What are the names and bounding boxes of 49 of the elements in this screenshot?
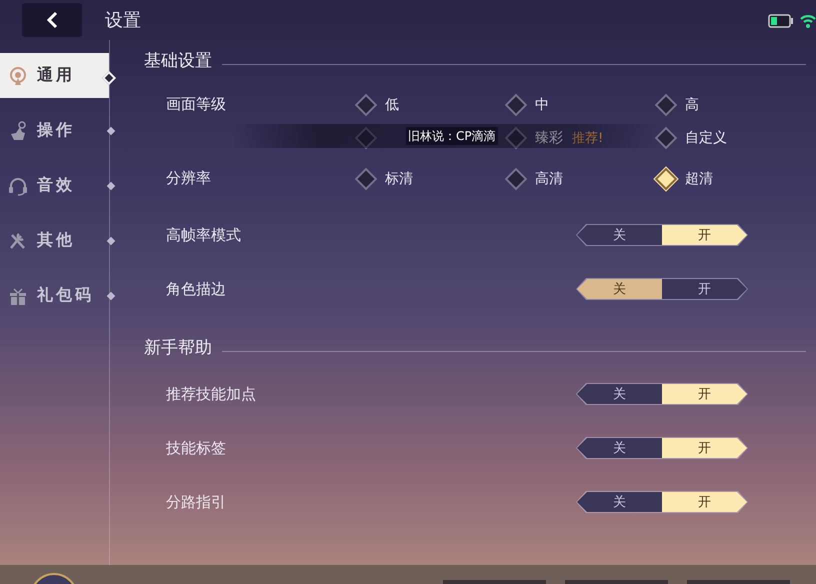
back-button[interactable]	[22, 3, 82, 37]
off-option[interactable]: 关	[577, 438, 662, 458]
signal-icon	[8, 66, 28, 86]
section-title: 基础设置	[144, 50, 212, 72]
gift-icon	[8, 286, 28, 306]
on-option[interactable]: 开	[662, 384, 747, 404]
setting-label: 高帧率模式	[166, 224, 242, 246]
setting-label: 分路指引	[166, 492, 227, 512]
toggle-switch[interactable]: 关 开	[576, 491, 748, 513]
on-option[interactable]: 开	[662, 279, 747, 299]
sidebar-tab[interactable]: 礼包码	[0, 273, 109, 318]
toggle-switch[interactable]: 关 开	[576, 383, 748, 405]
toggle-switch[interactable]: 关 开	[576, 224, 748, 246]
headset-icon	[8, 176, 28, 196]
sidebar-tab[interactable]: 音效	[0, 163, 109, 208]
toggle-switch[interactable]: 关 开	[576, 437, 748, 459]
setting-label: 技能标签	[166, 438, 227, 458]
setting-label: 角色描边	[166, 278, 227, 300]
option-radio[interactable]: 低	[356, 88, 506, 121]
setting-label: 分辨率	[166, 168, 212, 189]
off-option[interactable]: 关	[577, 492, 662, 512]
option-radio[interactable]: 中	[506, 88, 656, 121]
toggle-switch[interactable]: 关 开	[576, 278, 748, 300]
chat-message: 旧林说：CP滴滴	[406, 127, 498, 145]
option-radio[interactable]: 标清	[356, 162, 506, 195]
tools-icon	[8, 230, 28, 250]
on-option[interactable]: 开	[662, 438, 747, 458]
setting-label: 画面等级	[166, 94, 227, 115]
hand-icon	[8, 120, 28, 140]
option-radio[interactable]: 高	[656, 88, 806, 121]
off-option[interactable]: 关	[577, 384, 662, 404]
sidebar-tab[interactable]: 其他	[0, 218, 109, 263]
recommend-tag: 推荐!	[572, 128, 604, 146]
sidebar-tab[interactable]: 通用	[0, 53, 109, 98]
option-radio[interactable]: 超清	[656, 162, 806, 195]
wifi-icon	[800, 13, 816, 29]
option-radio[interactable]: 自定义	[656, 121, 806, 154]
off-option[interactable]: 关	[577, 279, 662, 299]
sidebar-tab[interactable]: 操作	[0, 108, 109, 153]
setting-label: 推荐技能加点	[166, 384, 257, 404]
off-option[interactable]: 关	[577, 225, 662, 245]
section-title: 新手帮助	[144, 336, 212, 358]
option-radio[interactable]: 臻彩 推荐!	[506, 121, 656, 154]
page-title: 设置	[105, 9, 141, 32]
back-icon	[45, 11, 59, 29]
on-option[interactable]: 开	[662, 225, 747, 245]
battery-icon	[768, 14, 794, 28]
on-option[interactable]: 开	[662, 492, 747, 512]
option-radio[interactable]: 高清	[506, 162, 656, 195]
